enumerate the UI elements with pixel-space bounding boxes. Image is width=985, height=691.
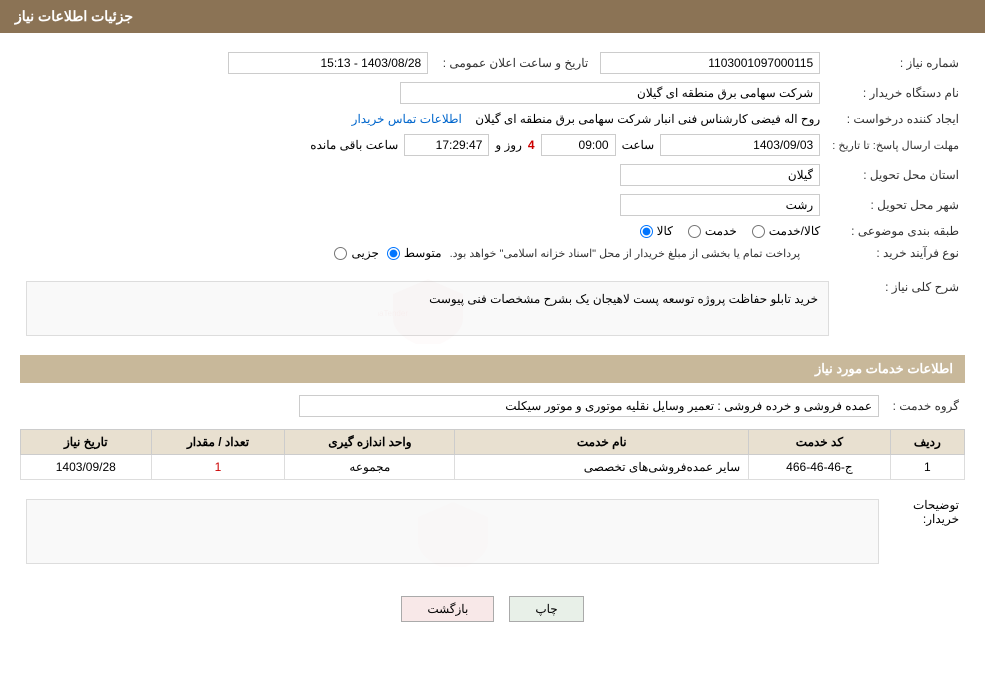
- category-kala-khadamat-radio[interactable]: [752, 225, 765, 238]
- purchase-type-label: نوع فرآیند خرید :: [826, 242, 965, 264]
- page-container: جزئیات اطلاعات نیاز شماره نیاز : تاریخ و…: [0, 0, 985, 691]
- watermark-shield-icon: AnaTender: [378, 274, 478, 344]
- cell-code: ج-46-46-466: [749, 455, 890, 480]
- category-label: طبقه بندی موضوعی :: [826, 220, 965, 242]
- footer-buttons: چاپ بازگشت: [20, 581, 965, 637]
- cell-unit: مجموعه: [285, 455, 455, 480]
- cell-name: سایر عمده‌فروشی‌های تخصصی: [455, 455, 749, 480]
- col-name: نام خدمت: [455, 430, 749, 455]
- purchase-jozii-label: جزیی: [351, 246, 378, 260]
- need-number-input[interactable]: [600, 52, 820, 74]
- contact-link[interactable]: اطلاعات تماس خریدار: [352, 112, 462, 126]
- province-input[interactable]: [620, 164, 820, 186]
- province-label: استان محل تحویل :: [826, 160, 965, 190]
- service-group-table: گروه خدمت :: [20, 391, 965, 421]
- deadline-days-value: 4: [528, 138, 535, 152]
- watermark-notes-icon: [403, 497, 503, 567]
- print-button[interactable]: چاپ: [509, 596, 583, 622]
- category-kala-khadamat-item: کالا/خدمت: [752, 224, 820, 238]
- services-section-header: اطلاعات خدمات مورد نیاز: [20, 355, 965, 383]
- cell-qty: 1: [151, 455, 285, 480]
- main-content: شماره نیاز : تاریخ و ساعت اعلان عمومی : …: [0, 33, 985, 652]
- deadline-label: مهلت ارسال پاسخ: تا تاریخ :: [826, 130, 965, 160]
- category-kala-item: کالا: [640, 224, 673, 238]
- creator-value: روح اله فیضی کارشناس فنی انبار شرکت سهام…: [475, 112, 820, 126]
- buyer-org-input[interactable]: [400, 82, 820, 104]
- service-group-label: گروه خدمت :: [885, 391, 965, 421]
- purchase-motavaset-radio[interactable]: [387, 247, 400, 260]
- table-row: 1 ج-46-46-466 سایر عمده‌فروشی‌های تخصصی …: [21, 455, 965, 480]
- purchase-jozii-radio[interactable]: [334, 247, 347, 260]
- category-khadamat-item: خدمت: [688, 224, 737, 238]
- page-header: جزئیات اطلاعات نیاز: [0, 0, 985, 33]
- category-kala-label: کالا: [657, 224, 673, 238]
- svg-text:AnaTender: AnaTender: [378, 309, 408, 318]
- category-kala-radio[interactable]: [640, 225, 653, 238]
- buyer-notes-label: توضیحات خریدار:: [885, 490, 965, 573]
- service-group-input[interactable]: [299, 395, 879, 417]
- deadline-date-input[interactable]: [660, 134, 820, 156]
- description-table: شرح کلی نیاز : AnaTender خرید تابلو حفاظ…: [20, 272, 965, 345]
- col-date: تاریخ نیاز: [21, 430, 152, 455]
- need-number-label: شماره نیاز :: [826, 48, 965, 78]
- buyer-org-label: نام دستگاه خریدار :: [826, 78, 965, 108]
- deadline-remaining-label: ساعت باقی مانده: [310, 138, 398, 152]
- buyer-notes-table: توضیحات خریدار:: [20, 490, 965, 573]
- announce-input[interactable]: [228, 52, 428, 74]
- description-text: خرید تابلو حفاظت پروژه توسعه پست لاهیجان…: [37, 292, 818, 306]
- deadline-remaining-input[interactable]: [404, 134, 489, 156]
- col-qty: تعداد / مقدار: [151, 430, 285, 455]
- deadline-day-label: روز و: [495, 138, 522, 152]
- col-unit: واحد اندازه گیری: [285, 430, 455, 455]
- info-table: شماره نیاز : تاریخ و ساعت اعلان عمومی : …: [20, 48, 965, 264]
- purchase-notice: پرداخت تمام یا بخشی از مبلغ خریدار از مح…: [450, 247, 801, 260]
- buyer-notes-area: [26, 499, 879, 564]
- col-code: کد خدمت: [749, 430, 890, 455]
- description-label: شرح کلی نیاز :: [835, 272, 965, 345]
- purchase-motavaset-label: متوسط: [404, 246, 442, 260]
- announce-label: تاریخ و ساعت اعلان عمومی :: [434, 48, 594, 78]
- category-khadamat-label: خدمت: [705, 224, 737, 238]
- category-kala-khadamat-label: کالا/خدمت: [769, 224, 820, 238]
- services-table: ردیف کد خدمت نام خدمت واحد اندازه گیری ت…: [20, 429, 965, 480]
- category-khadamat-radio[interactable]: [688, 225, 701, 238]
- cell-date: 1403/09/28: [21, 455, 152, 480]
- col-radif: ردیف: [890, 430, 964, 455]
- city-label: شهر محل تحویل :: [826, 190, 965, 220]
- city-input[interactable]: [620, 194, 820, 216]
- description-area: AnaTender خرید تابلو حفاظت پروژه توسعه پ…: [26, 281, 829, 336]
- deadline-time-input[interactable]: [541, 134, 616, 156]
- back-button[interactable]: بازگشت: [401, 596, 494, 622]
- purchase-jozii-item: جزیی: [334, 246, 378, 260]
- purchase-motavaset-item: متوسط: [387, 246, 442, 260]
- deadline-time-label: ساعت: [622, 138, 655, 152]
- cell-radif: 1: [890, 455, 964, 480]
- page-title: جزئیات اطلاعات نیاز: [15, 8, 133, 24]
- creator-label: ایجاد کننده درخواست :: [826, 108, 965, 130]
